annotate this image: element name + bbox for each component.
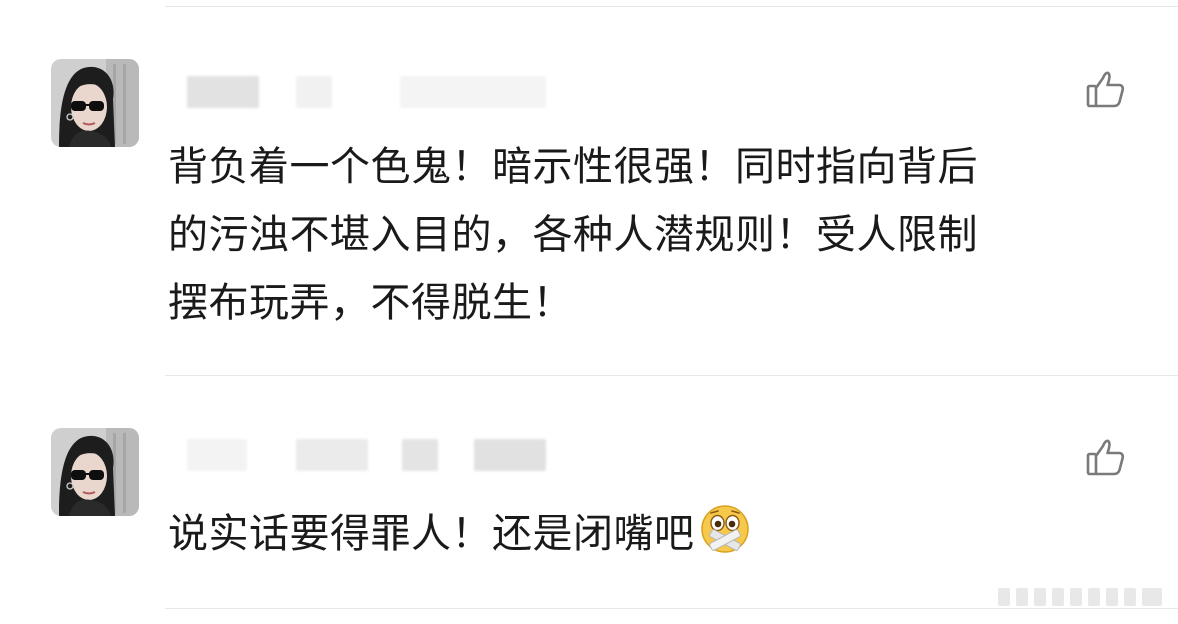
comment-text: 说实话要得罪人！还是闭嘴吧 — [168, 500, 1128, 568]
username-redacted — [296, 76, 332, 108]
divider — [165, 375, 1178, 376]
thumbs-up-icon[interactable] — [1085, 436, 1127, 478]
username-redacted — [296, 439, 368, 471]
user-avatar — [51, 59, 139, 147]
watermark-logo — [998, 588, 1162, 606]
avatar[interactable] — [51, 428, 139, 516]
comment-text-body: 说实话要得罪人！还是闭嘴吧 — [168, 511, 695, 557]
username-redacted — [474, 439, 546, 471]
username-redacted — [187, 439, 247, 471]
username-redacted — [400, 76, 546, 108]
thumbs-up-icon[interactable] — [1085, 68, 1127, 110]
zipper-mouth-face-icon — [700, 505, 749, 553]
avatar[interactable] — [51, 59, 139, 147]
username-redacted — [187, 76, 259, 108]
username-redacted — [402, 439, 438, 471]
comment-text: 背负着一个色鬼！暗示性很强！同时指向背后 的污浊不堪入目的，各种人潜规则！受人限… — [168, 144, 978, 326]
divider — [165, 6, 1178, 7]
user-avatar — [51, 428, 139, 516]
